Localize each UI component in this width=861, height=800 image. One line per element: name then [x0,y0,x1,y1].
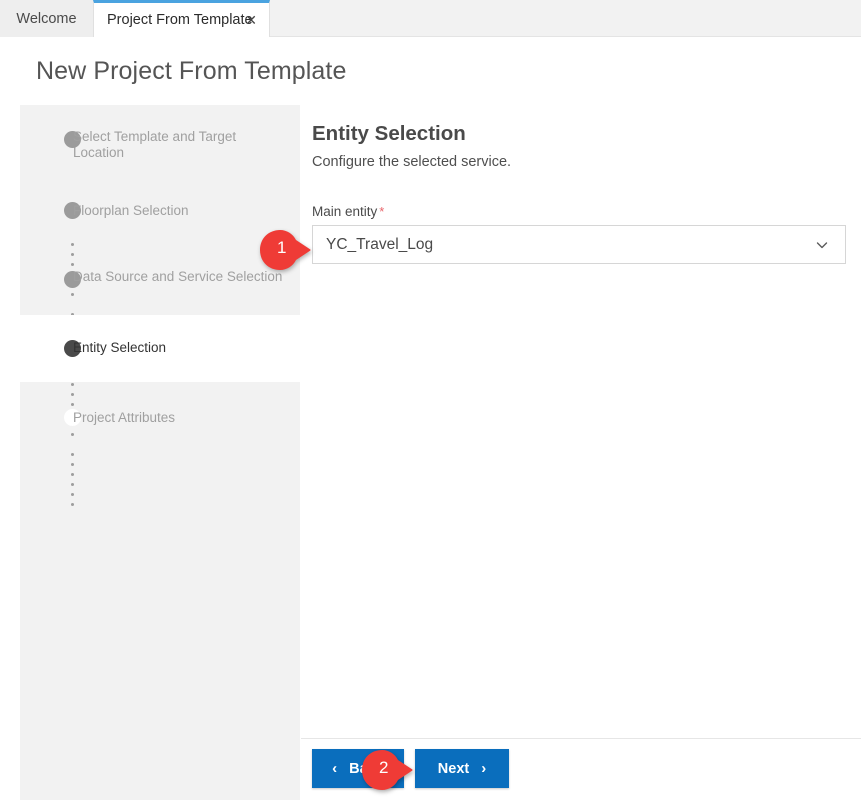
chevron-right-icon: › [481,760,487,777]
next-button[interactable]: Next › [415,749,509,788]
section-subtitle: Configure the selected service. [312,154,512,170]
tab-welcome-label: Welcome [16,10,77,27]
callout-marker-1: 1 [256,228,312,272]
wizard-step-label: Data Source and Service Selection [73,269,283,284]
close-icon[interactable]: ✕ [245,13,257,27]
wizard-step-project-attributes[interactable]: Project Attributes [20,382,300,452]
main-entity-label: Main entity * [312,204,384,219]
tab-welcome[interactable]: Welcome [0,0,93,37]
next-button-label: Next [437,760,470,777]
required-marker: * [379,204,385,219]
step-connector-4 [71,453,74,511]
section-title: Entity Selection [312,122,466,145]
main-entity-select[interactable]: YC_Travel_Log [312,225,846,264]
tab-project-from-template[interactable]: Project From Template ✕ [93,0,270,37]
page-title: New Project From Template [36,57,347,85]
wizard-step-label: Floorplan Selection [73,203,189,218]
wizard-step-label: Entity Selection [73,340,167,355]
wizard-step-select-template-and-target-location[interactable]: Select Template and Target Location [20,105,300,175]
main-entity-select-value: YC_Travel_Log [326,235,434,253]
content-panel: Entity Selection Configure the selected … [301,105,861,800]
tab-bar: Welcome Project From Template ✕ [0,0,861,37]
footer-divider [301,738,861,739]
wizard-step-label: Select Template and Target Location [73,129,237,160]
wizard-step-entity-selection[interactable]: Entity Selection [20,315,300,382]
callout-marker-1-number: 1 [277,238,287,257]
callout-marker-2-number: 2 [379,758,389,777]
chevron-down-icon [815,238,829,252]
chevron-left-icon: ‹ [332,760,338,777]
callout-marker-2: 2 [358,748,414,792]
wizard-step-label: Project Attributes [73,410,176,425]
wizard-step-sidebar: Select Template and Target Location Floo… [20,105,300,800]
tab-project-from-template-label: Project From Template [107,12,253,28]
main-entity-label-text: Main entity [312,204,378,219]
